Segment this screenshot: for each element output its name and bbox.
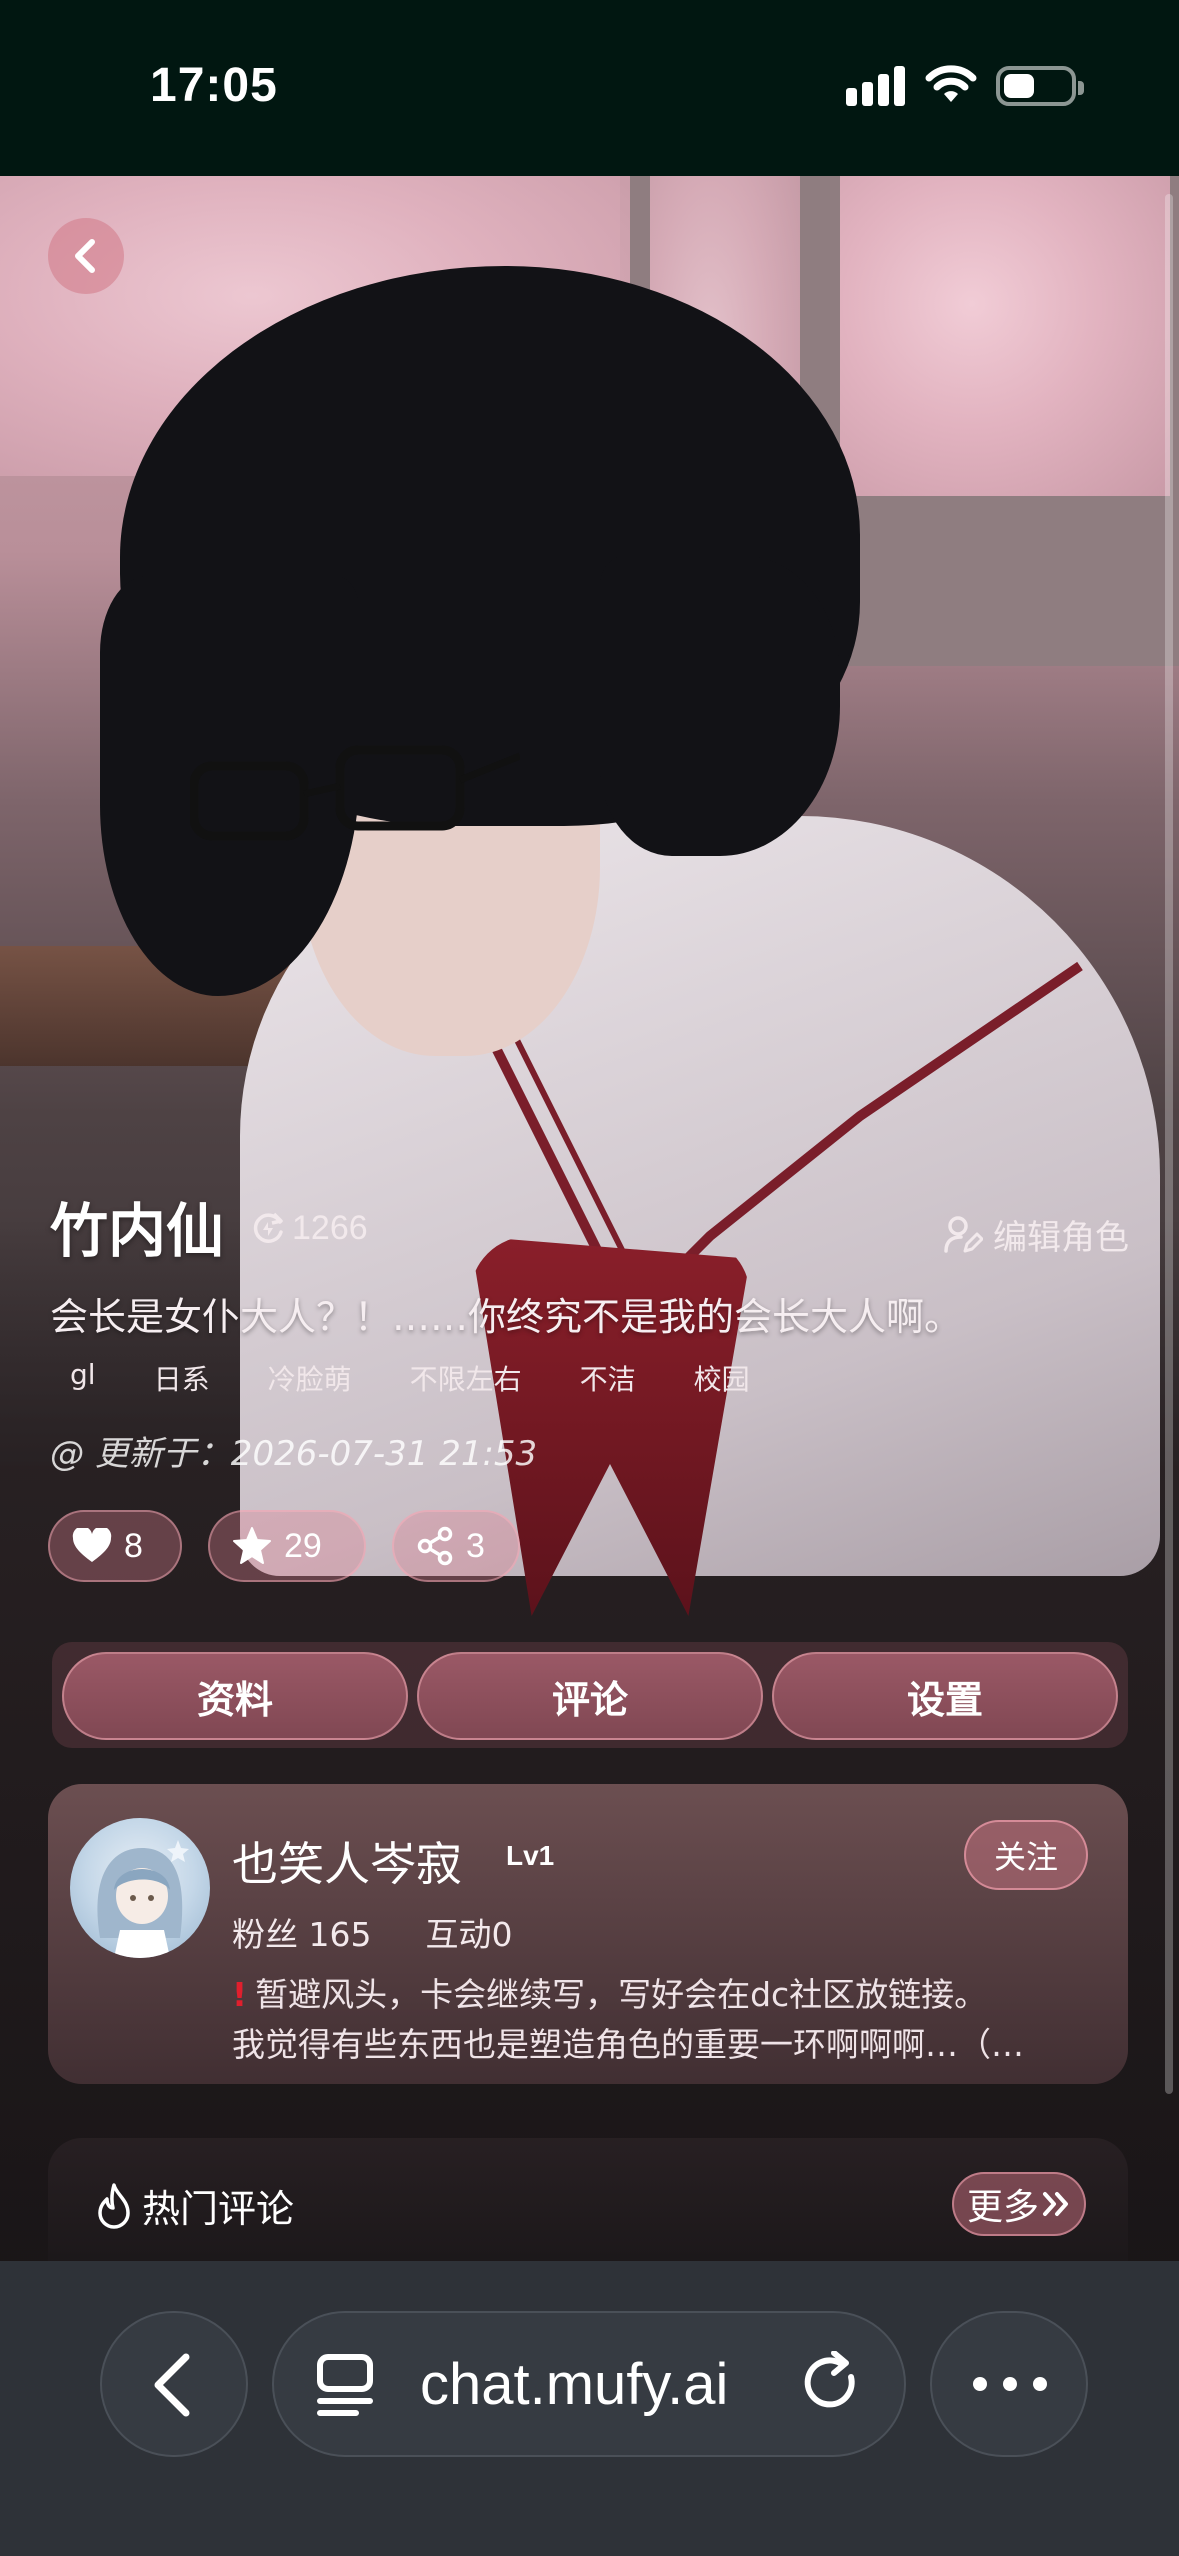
status-bar: 17:05: [0, 0, 1179, 176]
edit-character-button[interactable]: 编辑角色: [943, 1210, 1129, 1259]
follow-button[interactable]: 关注: [964, 1820, 1088, 1890]
tag-item[interactable]: 日系: [154, 1358, 210, 1398]
author-stats: 粉丝 165 互动0: [232, 1908, 512, 1956]
reload-icon[interactable]: [802, 2351, 864, 2419]
url-text: chat.mufy.ai: [420, 2352, 729, 2417]
tab-profile[interactable]: 资料: [62, 1652, 408, 1740]
tag-list: gl 日系 冷脸萌 不限左右 不洁 校园: [70, 1358, 808, 1398]
updated-time: @ 更新于：2026-07-31 21:53: [50, 1434, 538, 1474]
tab-settings[interactable]: 设置: [772, 1652, 1118, 1740]
character-name: 竹内仙: [50, 1197, 225, 1265]
exclamation-icon: !: [232, 1975, 248, 2014]
hot-comments-title: 热门评论: [94, 2178, 294, 2233]
double-chevron-right-icon: [1043, 2192, 1068, 2216]
favorite-count: 29: [284, 1526, 322, 1565]
hot-count-value: 1266: [292, 1208, 368, 1247]
back-chevron-icon: [75, 239, 95, 273]
browser-back-icon: [154, 2353, 190, 2417]
character-hero: 竹内仙 1266 编辑角色 会长是女仆大人？！……你终究不是我的会长大人啊。 g…: [0, 176, 1179, 2261]
hot-comments-section: 热门评论 更多: [48, 2138, 1128, 2261]
character-intro: 会长是女仆大人？！……你终究不是我的会长大人啊。: [50, 1295, 963, 1339]
hot-count: 1266: [250, 1208, 368, 1248]
window-pane: [840, 176, 1170, 496]
more-dots-icon: [973, 2377, 1047, 2391]
browser-back-button[interactable]: [100, 2311, 248, 2457]
author-card[interactable]: 也笑人岑寂 Lv1 关注 粉丝 165 互动0 ! 暂避风头，卡会继续写，写好会在…: [48, 1784, 1128, 2084]
tag-item[interactable]: gl: [70, 1358, 96, 1398]
tab-comments[interactable]: 评论: [417, 1652, 763, 1740]
more-comments-button[interactable]: 更多: [952, 2172, 1086, 2236]
wifi-icon: [925, 65, 977, 102]
author-bio-line: 暂避风头，卡会继续写，写好会在dc社区放链接。: [255, 1975, 988, 2014]
star-icon: [233, 1527, 271, 1564]
author-name[interactable]: 也笑人岑寂: [232, 1828, 462, 1894]
address-bar[interactable]: chat.mufy.ai: [272, 2311, 906, 2457]
battery-icon: [996, 66, 1084, 106]
status-time: 17:05: [150, 59, 278, 112]
tag-item[interactable]: 不洁: [580, 1358, 636, 1398]
back-button[interactable]: [48, 218, 124, 294]
cellular-signal-icon: [846, 64, 905, 106]
more-label: 更多: [966, 2187, 1039, 2228]
author-avatar[interactable]: [70, 1818, 210, 1958]
tag-item[interactable]: 冷脸萌: [268, 1358, 352, 1398]
fire-icon: [98, 2182, 130, 2229]
author-fans: 粉丝 165: [232, 1915, 372, 1954]
share-button[interactable]: 3: [392, 1510, 520, 1582]
share-icon: [417, 1526, 453, 1566]
edit-user-icon: [944, 1215, 983, 1253]
browser-toolbar: chat.mufy.ai: [0, 2261, 1179, 2556]
character-hair-side: [600, 556, 840, 856]
hot-comments-label: 热门评论: [142, 2187, 295, 2231]
tag-item[interactable]: 校园: [694, 1358, 750, 1398]
avatar-illustration: [97, 1840, 189, 1958]
edit-character-label: 编辑角色: [993, 1218, 1129, 1258]
author-level-badge: Lv1: [506, 1840, 555, 1871]
tabs-icon: [317, 2354, 373, 2416]
browser-more-button[interactable]: [930, 2311, 1088, 2457]
heart-icon: [72, 1528, 112, 1562]
like-button[interactable]: 8: [48, 1510, 182, 1582]
author-bio: ! 暂避风头，卡会继续写，写好会在dc社区放链接。 我觉得有些东西也是塑造角色的重…: [232, 1970, 1112, 2070]
author-bio-line: 我觉得有些东西也是塑造角色的重要一环啊啊啊…（…: [232, 2025, 1024, 2064]
favorite-button[interactable]: 29: [208, 1510, 366, 1582]
share-count: 3: [466, 1526, 485, 1565]
tag-item[interactable]: 不限左右: [410, 1358, 522, 1398]
like-count: 8: [124, 1526, 143, 1565]
hot-refresh-icon: [253, 1212, 283, 1243]
author-interactions: 互动0: [425, 1915, 513, 1954]
scrollbar[interactable]: [1165, 194, 1173, 2094]
glasses: [190, 745, 520, 841]
tab-bar: 资料 评论 设置: [52, 1642, 1128, 1748]
